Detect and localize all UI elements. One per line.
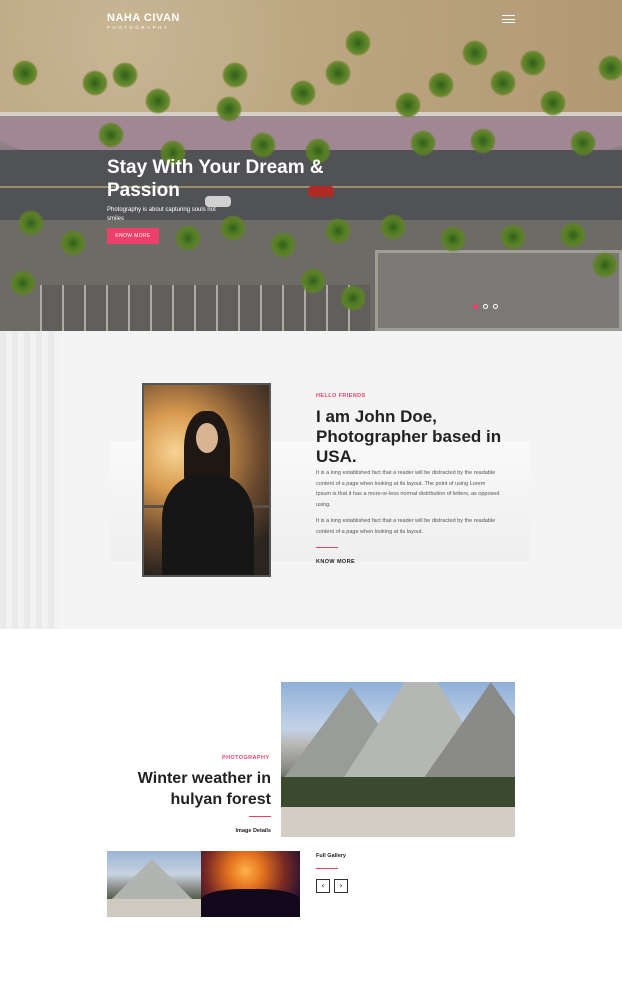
slider-dots [473, 296, 503, 314]
about-paragraph-1: It is a long established fact that a rea… [316, 470, 500, 508]
site-logo[interactable]: NAHA CIVAN PHOTOGRAPHY [107, 12, 180, 30]
image-details-link[interactable]: Image Details [190, 828, 271, 834]
gallery-thumbnail-mountains[interactable] [107, 851, 202, 917]
hamburger-menu-icon[interactable] [502, 15, 515, 24]
featured-photo[interactable] [281, 682, 515, 837]
slider-dot-3[interactable] [493, 304, 498, 309]
hero-know-more-button[interactable]: KNOW MORE [107, 228, 159, 244]
about-know-more-link[interactable]: KNOW MORE [316, 559, 355, 565]
hero-subtitle: Photography is about capturing souls not… [107, 207, 216, 222]
gallery-section: PHOTOGRAPHY Winter weather in hulyan for… [0, 629, 622, 1000]
about-title: I am John Doe, Photographer based in USA… [316, 407, 502, 466]
photo-category: PHOTOGRAPHY [222, 755, 270, 761]
logo-subtitle: PHOTOGRAPHY [107, 25, 170, 30]
photographer-portrait [142, 383, 271, 577]
slider-dot-2[interactable] [483, 304, 488, 309]
chevron-left-icon[interactable]: ‹ [316, 879, 330, 893]
logo-name: NAHA CIVAN [107, 12, 180, 24]
chevron-right-icon[interactable]: › [334, 879, 348, 893]
accent-divider [316, 547, 338, 548]
hero-title: Stay With Your Dream & Passion [107, 157, 324, 201]
photo-title: Winter weather in hulyan forest [137, 770, 271, 808]
about-paragraph-2: It is a long established fact that a rea… [316, 518, 496, 535]
about-kicker: HELLO FRIENDS [316, 393, 366, 399]
full-gallery-link[interactable]: Full Gallery [316, 853, 346, 859]
accent-divider [249, 816, 271, 817]
hero-banner: NAHA CIVAN PHOTOGRAPHY Stay With Your Dr… [0, 0, 622, 331]
about-section: HELLO FRIENDS I am John Doe, Photographe… [0, 331, 622, 629]
gallery-thumbnail-concert[interactable] [201, 851, 300, 917]
accent-divider [316, 868, 338, 869]
slider-dot-1[interactable] [473, 304, 478, 309]
